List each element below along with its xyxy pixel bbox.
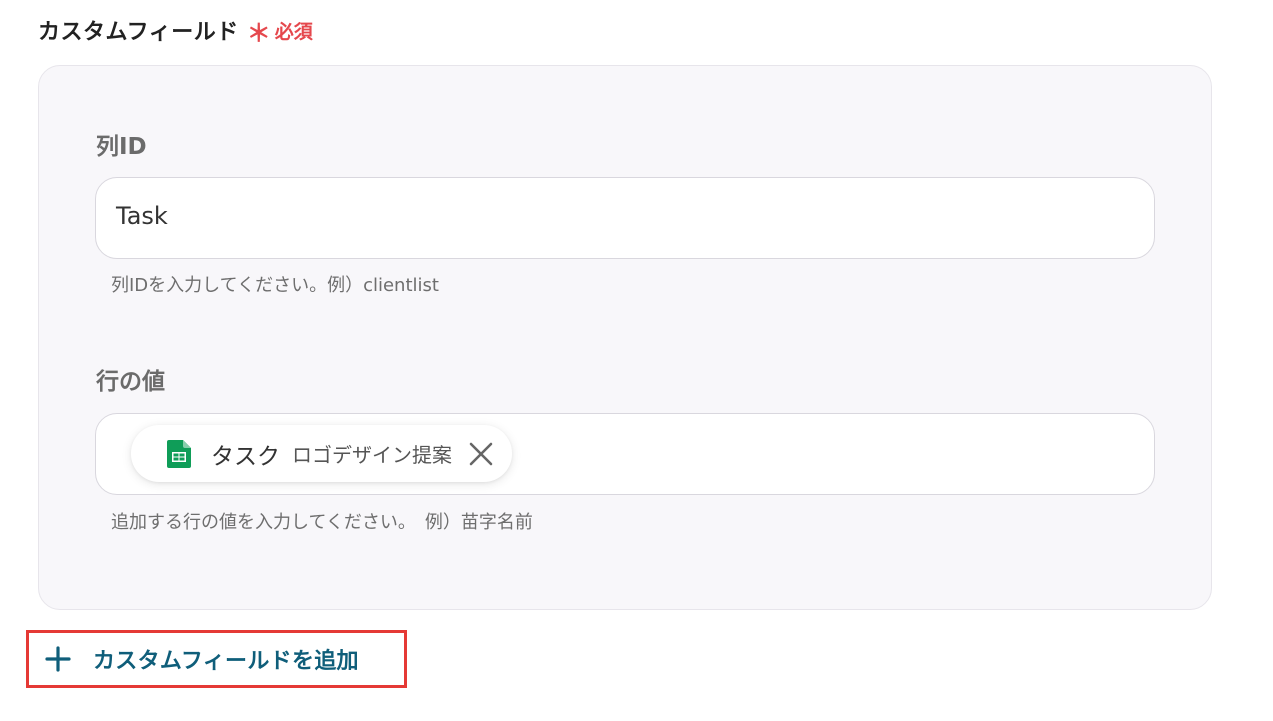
- required-asterisk-icon: ＊: [246, 19, 271, 47]
- column-id-input[interactable]: Task: [95, 177, 1155, 259]
- google-sheets-icon: [167, 439, 191, 468]
- section-title: カスタムフィールド: [38, 20, 239, 45]
- close-icon[interactable]: [468, 441, 494, 467]
- required-label: 必須: [274, 20, 313, 43]
- chip-label: タスク: [211, 443, 280, 470]
- add-custom-field-label: カスタムフィールドを追加: [93, 649, 359, 674]
- plus-icon: [45, 646, 71, 672]
- column-id-value: Task: [116, 202, 168, 230]
- section-header: カスタムフィールド ＊ 必須: [38, 14, 313, 46]
- row-value-chip[interactable]: タスク ロゴデザイン提案: [131, 425, 512, 482]
- add-custom-field-button[interactable]: カスタムフィールドを追加: [26, 630, 407, 688]
- row-value-label: 行の値: [96, 369, 165, 395]
- column-id-label: 列ID: [96, 134, 147, 160]
- row-value-hint: 追加する行の値を入力してください。 例）苗字名前: [111, 512, 533, 533]
- required-indicator: ＊ 必須: [246, 15, 313, 47]
- column-id-hint: 列IDを入力してください。例）clientlist: [111, 275, 439, 296]
- chip-value: ロゴデザイン提案: [292, 443, 452, 467]
